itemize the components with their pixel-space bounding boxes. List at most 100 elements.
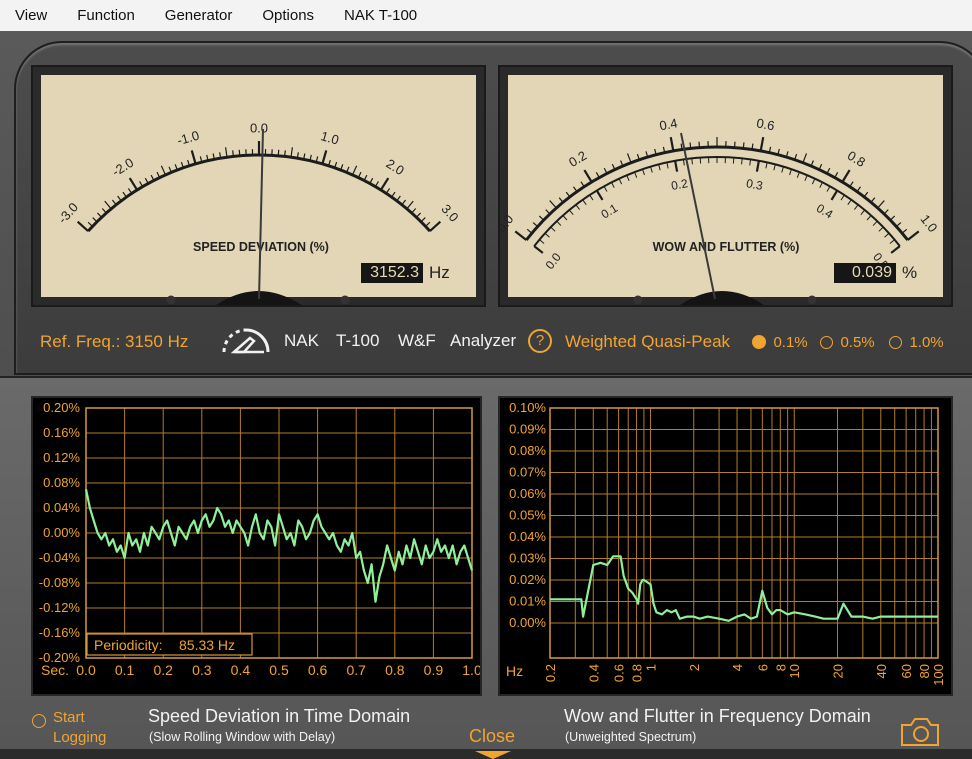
x-tick-label: 0.6 [308,662,328,678]
x-tick-label: 20 [831,664,846,678]
range-option-1-0[interactable]: 1.0% [889,334,944,352]
range-option-0-5[interactable]: 0.5% [820,334,875,352]
x-tick-label: 1.0 [462,662,480,678]
y-tick-label: 0.03% [509,551,546,566]
meter-inner-tick [742,158,743,164]
menu-options[interactable]: Options [247,0,329,31]
brand-wf: W&F [398,331,436,351]
y-tick-label: -0.16% [39,625,81,640]
wow-unit: % [902,263,917,283]
meter-tick [285,150,286,156]
frequency-domain-chart: 0.10%0.09%0.08%0.07%0.06%0.05%0.04%0.03%… [498,396,953,696]
speed-unit: Hz [429,263,450,283]
range-option-0-1[interactable]: 0.1% [752,334,808,352]
radio-empty-icon [889,336,902,349]
x-tick-label: 2 [687,664,702,671]
meter-tick [278,150,279,156]
y-tick-label: 0.10% [509,400,546,415]
menu-function[interactable]: Function [62,0,150,31]
meter-screw [634,296,643,305]
x-tick-label: 80 [917,664,932,678]
freq-chart-subtitle: (Unweighted Spectrum) [565,730,696,744]
x-tick-label: 1 [643,664,658,671]
x-tick-label: 10 [787,664,802,678]
y-tick-label: 0.00% [509,615,546,630]
meter-inner-tick [692,158,693,164]
wow-meter-title: WOW AND FLUTTER (%) [653,240,800,254]
close-button[interactable]: Close [463,716,521,756]
speed-readout: 3152.3 [361,263,423,283]
x-tick-label: 0.6 [612,664,627,682]
x-tick-label: 0.4 [586,664,601,682]
camera-icon[interactable] [899,714,941,748]
y-tick-label: 0.00% [43,525,80,540]
x-tick-label: 4 [730,664,745,671]
speedometer-icon [218,322,274,358]
radio-empty-icon [820,336,833,349]
time-domain-plot: 0.20%0.16%0.12%0.08%0.04%0.00%-0.04%-0.0… [33,398,480,694]
radio-selected-icon [752,335,766,349]
x-tick-label: 0.2 [153,662,173,678]
x-tick-label: 0.4 [231,662,251,678]
x-tick-label: 0.0 [76,662,96,678]
y-tick-label: 0.01% [509,594,546,609]
frequency-domain-plot: 0.10%0.09%0.08%0.07%0.06%0.05%0.04%0.03%… [500,398,951,694]
x-tick-label: 60 [899,664,914,678]
graph-panel: 0.20%0.16%0.12%0.08%0.04%0.00%-0.04%-0.0… [0,376,972,749]
y-tick-label: 0.06% [509,486,546,501]
menu-bar: View Function Generator Options NAK T-10… [0,0,972,31]
ref-freq-label: Ref. Freq.: 3150 Hz [40,332,188,352]
x-tick-label: 0.7 [346,662,366,678]
meter-screw [808,296,817,305]
wow-readout: 0.039 [834,263,896,283]
wow-flutter-meter: 0.00.20.40.60.81.00.00.10.20.30.40.5 WOW… [498,65,953,307]
help-icon[interactable]: ? [528,329,552,353]
x-tick-label: 6 [755,664,770,671]
menu-view[interactable]: View [0,0,62,31]
x-tick-label: 0.1 [115,662,135,678]
meter-scale-label: 0.4 [658,115,678,133]
x-tick-label: 0.9 [424,662,444,678]
menu-generator[interactable]: Generator [150,0,248,31]
x-axis-label: Sec. [41,662,69,678]
range-option-label: 0.1% [773,334,807,351]
menu-nak-t100[interactable]: NAK T-100 [329,0,432,31]
close-label: Close [469,726,515,747]
meter-tick [239,150,240,156]
start-logging-line2: Logging [53,729,106,746]
x-tick-label: 0.5 [269,662,289,678]
meter-tick [743,142,744,148]
y-tick-label: 0.08% [509,443,546,458]
y-tick-label: 0.12% [43,450,80,465]
y-tick-label: 0.07% [509,465,546,480]
meter-screw [167,296,176,305]
time-chart-subtitle: (Slow Rolling Window with Delay) [149,730,335,744]
y-tick-label: -0.04% [39,550,81,565]
start-logging-line1: Start [53,709,85,726]
x-tick-label: 0.2 [543,664,558,682]
analyzer-window: -3.0-2.0-1.00.01.02.03.0 SPEED DEVIATION… [0,31,972,747]
y-tick-label: -0.12% [39,600,81,615]
speed-deviation-meter: -3.0-2.0-1.00.01.02.03.0 SPEED DEVIATION… [31,65,486,307]
brand-model: T-100 [336,331,379,351]
periodicity-label: Periodicity: [94,637,162,653]
y-tick-label: 0.02% [509,572,546,587]
mode-label: Weighted Quasi-Peak [565,332,730,352]
y-tick-label: 0.16% [43,425,80,440]
range-option-label: 1.0% [909,334,943,351]
info-row: Ref. Freq.: 3150 Hz NAK T-100 W&F Analyz… [0,321,972,365]
y-tick-label: 0.20% [43,400,80,415]
y-tick-label: -0.08% [39,575,81,590]
x-tick-label: 40 [874,664,889,678]
brand-nak: NAK [284,331,319,351]
radio-empty-icon [32,714,46,728]
y-tick-label: 0.09% [509,422,546,437]
x-tick-label: 0.3 [192,662,212,678]
x-tick-label: 0.8 [385,662,405,678]
meter-scale-label: 0.6 [755,115,775,133]
meter-tick [233,150,234,156]
close-arrow-icon [475,751,511,759]
x-tick-label: 8 [773,664,788,671]
y-tick-label: 0.08% [43,475,80,490]
brand-analyzer: Analyzer [450,331,516,351]
